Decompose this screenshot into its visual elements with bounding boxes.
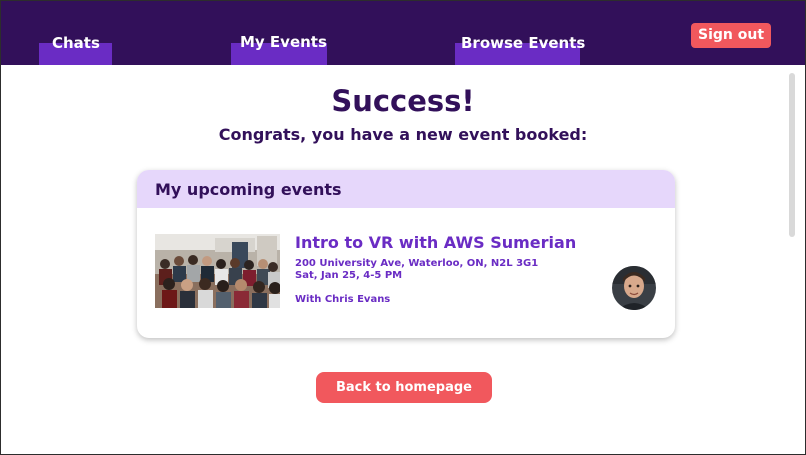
tab-browse-events-label: Browse Events	[461, 34, 586, 52]
card-header: My upcoming events	[137, 170, 675, 208]
sign-out-button[interactable]: Sign out	[691, 23, 771, 48]
top-navigation-bar: Chats My Events Browse Events Sign out	[1, 1, 805, 65]
page-title: Success!	[331, 84, 475, 118]
tab-chats[interactable]: Chats	[39, 34, 112, 65]
tab-my-events-label: My Events	[240, 33, 327, 51]
event-audience-photo	[155, 234, 280, 308]
upcoming-events-card: My upcoming events Intro to VR with AWS …	[137, 170, 675, 338]
page-subtitle: Congrats, you have a new event booked:	[218, 125, 588, 144]
event-photo[interactable]	[155, 234, 280, 308]
event-time: Sat, Jan 25, 4-5 PM	[295, 270, 403, 281]
tab-browse-events[interactable]: Browse Events	[455, 34, 585, 65]
tab-my-events[interactable]: My Events	[231, 33, 327, 65]
event-address: 200 University Ave, Waterloo, ON, N2L 3G…	[295, 258, 539, 269]
event-title[interactable]: Intro to VR with AWS Sumerian	[295, 233, 576, 253]
tab-chats-label: Chats	[52, 34, 100, 52]
event-host: With Chris Evans	[295, 294, 391, 305]
card-header-title: My upcoming events	[155, 180, 342, 199]
host-avatar-image	[612, 266, 656, 310]
back-to-homepage-button[interactable]: Back to homepage	[316, 372, 492, 403]
host-avatar[interactable]	[612, 266, 656, 310]
app-window: Chats My Events Browse Events Sign out S…	[0, 0, 806, 455]
